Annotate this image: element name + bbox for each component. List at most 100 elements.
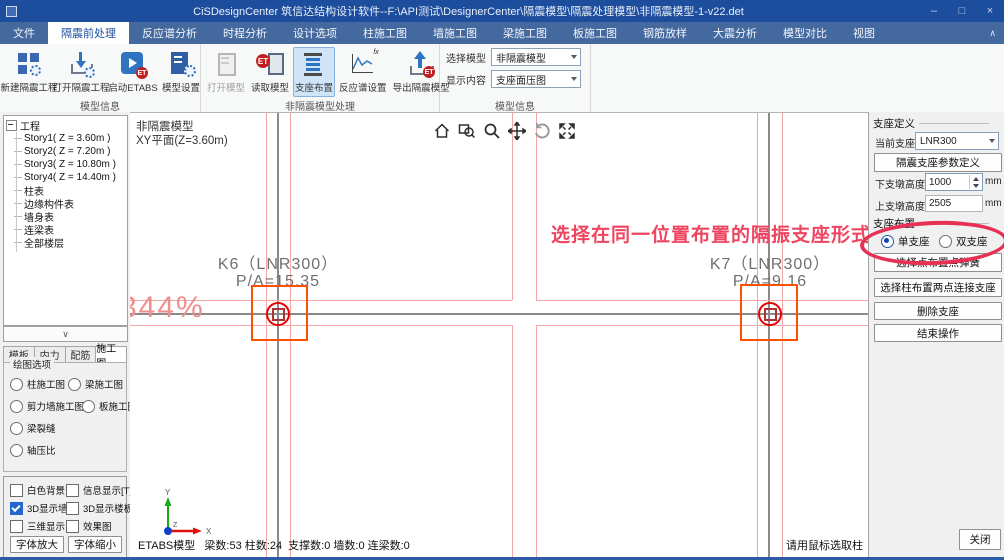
prompt-status: 请用鼠标选取柱 <box>786 537 863 553</box>
fullscreen-icon[interactable] <box>557 121 577 141</box>
ribbon-group-nonisolated-processing: 打开模型 ET 读取模型 <box>201 44 440 112</box>
axis-x-label: X <box>206 527 212 536</box>
launch-etabs-button[interactable]: ET 启动ETABS <box>108 47 158 97</box>
spinner-control[interactable] <box>969 175 981 189</box>
lower-pier-height-label: 下支墩高度 <box>875 176 925 191</box>
checkbox-3d-wall[interactable]: 3D显示墙 <box>10 501 68 515</box>
menu-item-slab-drawing[interactable]: 板施工图 <box>560 22 630 44</box>
open-project-icon <box>67 50 95 78</box>
menu-item-beam-drawing[interactable]: 梁施工图 <box>490 22 560 44</box>
upper-pier-unit: mm <box>985 198 1002 209</box>
export-model-icon: ET <box>407 50 435 78</box>
zoom-icon[interactable] <box>482 121 502 141</box>
ribbon-group-model-display: 选择模型 非隔震模型 显示内容 支座面压图 模型信息 <box>440 44 591 112</box>
menu-item-view[interactable]: 视图 <box>840 22 888 44</box>
upper-pier-height-input[interactable]: 2505 <box>925 195 983 212</box>
home-view-icon[interactable] <box>432 121 452 141</box>
tree-collapse-icon[interactable] <box>6 120 17 131</box>
spectrum-settings-button[interactable]: fx 反应谱设置 <box>337 47 389 97</box>
grid-line <box>536 325 868 326</box>
application-window: CiSDesignCenter 筑信达结构设计软件--F:\API测试\Desi… <box>0 0 1004 560</box>
read-model-button[interactable]: ET 读取模型 <box>249 47 291 97</box>
place-two-point-link-button[interactable]: 选择柱布置两点连接支座 <box>874 278 1002 297</box>
bearing-parameter-button[interactable]: 隔震支座参数定义 <box>874 153 1002 172</box>
maximize-button[interactable]: □ <box>948 0 976 22</box>
minimize-button[interactable]: – <box>920 0 948 22</box>
tab-reinforcement[interactable]: 配筋 <box>66 346 97 363</box>
open-isolation-project-button[interactable]: 打开隔震工程 <box>56 47 106 97</box>
bearing-cross-icon: + <box>275 310 280 318</box>
menu-item-model-compare[interactable]: 模型对比 <box>770 22 840 44</box>
radio-column-drawing[interactable]: 柱施工图 <box>10 377 65 391</box>
menu-item-file[interactable]: 文件 <box>0 22 48 44</box>
grid-line <box>536 300 868 301</box>
tree-guide-line <box>16 132 17 252</box>
tab-construction-drawing[interactable]: 施工图 <box>96 346 127 363</box>
ribbon-pin-icon[interactable]: ∧ <box>981 22 1004 44</box>
menu-item-rebar-detailing[interactable]: 钢筋放样 <box>630 22 700 44</box>
delete-bearing-button[interactable]: 删除支座 <box>874 302 1002 320</box>
spinner-up-icon <box>970 175 981 182</box>
model-settings-button[interactable]: 模型设置 <box>160 47 202 97</box>
pressure-ratio-watermark: 344% <box>130 291 205 325</box>
radio-beam-crack[interactable]: 梁裂缝 <box>10 421 56 435</box>
view-toolbar <box>432 121 577 141</box>
project-tree[interactable]: 工程 Story1( Z = 3.60m ) Story2( Z = 7.20m… <box>3 115 128 326</box>
ribbon-group-title: 模型信息 <box>0 98 200 112</box>
current-bearing-dropdown[interactable]: LNR300 <box>915 132 999 150</box>
new-isolation-project-button[interactable]: 新建隔震工程 <box>4 47 54 97</box>
font-enlarge-button[interactable]: 字体放大 <box>10 536 64 553</box>
select-model-label: 选择模型 <box>446 50 486 65</box>
drawing-canvas[interactable]: 非隔震模型 XY平面(Z=3.60m) 344% <box>130 112 868 558</box>
menu-item-large-earthquake[interactable]: 大震分析 <box>700 22 770 44</box>
select-model-dropdown[interactable]: 非隔震模型 <box>491 48 581 66</box>
menu-item-isolation-preprocess[interactable]: 隔震前处理 <box>48 22 129 44</box>
menu-item-wall-drawing[interactable]: 墙施工图 <box>420 22 490 44</box>
checkbox-3d-view[interactable]: 三维显示 <box>10 519 65 533</box>
draw-options-title: 绘图选项 <box>10 357 54 371</box>
tree-item-wall-table[interactable]: 墙身表 <box>4 210 127 223</box>
checkbox-white-background[interactable]: 白色背景 <box>10 483 65 497</box>
rotate-icon[interactable] <box>532 121 552 141</box>
radio-slab-drawing[interactable]: 板施工图 <box>82 399 137 413</box>
radio-beam-drawing[interactable]: 梁施工图 <box>68 377 123 391</box>
tree-item-all-floors[interactable]: 全部楼层 <box>4 236 127 249</box>
tree-item-story3[interactable]: Story3( Z = 10.80m ) <box>4 158 127 171</box>
lower-pier-height-input[interactable]: 1000 <box>925 173 983 191</box>
zoom-window-icon[interactable] <box>457 121 477 141</box>
app-icon[interactable] <box>6 6 17 17</box>
display-content-dropdown[interactable]: 支座面压图 <box>491 70 581 88</box>
tree-item-coupling-beam-table[interactable]: 连梁表 <box>4 223 127 236</box>
menu-item-column-drawing[interactable]: 柱施工图 <box>350 22 420 44</box>
radio-shearwall-drawing[interactable]: 剪力墙施工图 <box>10 399 84 413</box>
checkbox-3d-slab[interactable]: 3D显示楼板 <box>66 501 133 515</box>
launch-etabs-icon: ET <box>119 50 147 78</box>
tree-item-story4[interactable]: Story4( Z = 14.40m ) <box>4 171 127 184</box>
tree-item-story2[interactable]: Story2( Z = 7.20m ) <box>4 145 127 158</box>
tree-item-story1[interactable]: Story1( Z = 3.60m ) <box>4 132 127 145</box>
menu-item-design-options[interactable]: 设计选项 <box>280 22 350 44</box>
model-settings-icon <box>167 50 195 78</box>
view-options-group: 白色背景 信息显示[T] 3D显示墙 3D显示楼板 三维显示 效果图 字体放大 … <box>3 476 127 558</box>
menu-item-response-spectrum[interactable]: 反应谱分析 <box>129 22 210 44</box>
checkbox-info-display[interactable]: 信息显示[T] <box>66 483 132 497</box>
chevron-down-icon <box>571 77 577 81</box>
pan-icon[interactable] <box>507 121 527 141</box>
grid-line <box>130 325 512 326</box>
left-panel: 工程 Story1( Z = 3.60m ) Story2( Z = 7.20m… <box>0 112 131 560</box>
bearing-define-section-header: 支座定义 <box>873 116 989 131</box>
font-shrink-button[interactable]: 字体缩小 <box>68 536 122 553</box>
axis-z-label: Z <box>173 522 178 529</box>
axis-y-label: Y <box>165 488 171 497</box>
bearing-layout-button[interactable]: 支座布置 <box>293 47 335 97</box>
close-panel-button[interactable]: 关闭 <box>959 529 1001 550</box>
checkbox-render-view[interactable]: 效果图 <box>66 519 112 533</box>
annotation-text: 选择在同一位置布置的隔振支座形式 <box>551 220 868 247</box>
new-project-icon <box>15 50 43 78</box>
end-operation-button[interactable]: 结束操作 <box>874 324 1002 342</box>
close-window-button[interactable]: × <box>976 0 1004 22</box>
tree-item-edge-members[interactable]: 边缘构件表 <box>4 197 127 210</box>
tree-root-project[interactable]: 工程 <box>4 119 127 132</box>
radio-axial-ratio[interactable]: 轴压比 <box>10 443 56 457</box>
menu-item-time-history[interactable]: 时程分析 <box>210 22 280 44</box>
